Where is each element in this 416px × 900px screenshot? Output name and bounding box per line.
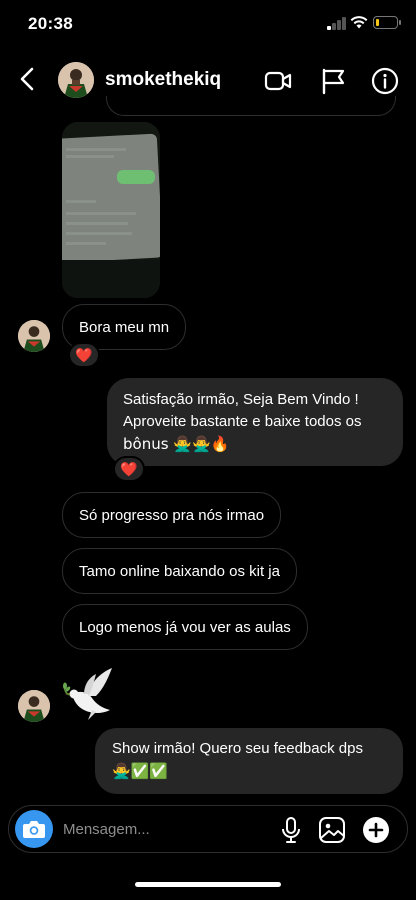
heart-reaction-icon[interactable]: ❤️	[113, 456, 145, 482]
incoming-message[interactable]: Só progresso pra nós irmao	[62, 492, 282, 538]
message-line: Aproveite bastante e baixe todos os	[123, 413, 362, 430]
message-text: Só progresso pra nós irmao	[79, 507, 265, 524]
incoming-message[interactable]: Tamo online baixando os kit ja	[62, 548, 297, 594]
microphone-icon[interactable]	[277, 816, 305, 844]
battery-level	[375, 18, 380, 26]
outgoing-message[interactable]: Satisfação irmão, Seja Bem Vindo ! Aprov…	[107, 378, 403, 466]
message-text: Tamo online baixando os kit ja	[79, 563, 280, 580]
sender-avatar[interactable]	[18, 320, 50, 352]
heart-reaction-icon[interactable]: ❤️	[68, 342, 100, 368]
gallery-icon[interactable]	[318, 816, 346, 844]
message-line: 🙅‍♂️✅✅	[112, 762, 169, 780]
outgoing-message[interactable]: Show irmão! Quero seu feedback dps 🙅‍♂️✅…	[95, 728, 403, 794]
chat-username[interactable]: smokethekiq	[105, 69, 221, 91]
video-call-icon[interactable]	[263, 66, 293, 96]
home-indicator[interactable]	[135, 882, 281, 887]
wifi-icon	[350, 16, 368, 29]
camera-icon	[23, 821, 45, 838]
header-avatar[interactable]	[58, 62, 94, 98]
message-line: Show irmão! Quero seu feedback dps	[112, 740, 363, 757]
battery-icon	[373, 16, 401, 29]
reaction-emoji: ❤️	[120, 461, 138, 477]
flag-icon[interactable]	[318, 66, 348, 96]
camera-button[interactable]	[15, 810, 53, 848]
message-composer: Mensagem...	[8, 805, 408, 853]
reaction-emoji: ❤️	[75, 347, 93, 363]
back-icon[interactable]	[14, 64, 42, 94]
status-bar: 20:38	[0, 0, 416, 50]
plus-icon[interactable]	[362, 816, 390, 844]
sender-avatar[interactable]	[18, 690, 50, 722]
incoming-message[interactable]: Logo menos já vou ver as aulas	[62, 604, 308, 650]
status-time: 20:38	[28, 14, 73, 33]
info-icon[interactable]	[370, 66, 400, 96]
message-line: bônus 🙅‍♂️🙅‍♂️🔥	[123, 435, 230, 453]
message-text: Logo menos já vou ver as aulas	[79, 619, 291, 636]
message-text: Bora meu mn	[79, 319, 170, 336]
previous-message-bubble-edge	[106, 96, 396, 116]
message-input[interactable]: Mensagem...	[63, 821, 150, 838]
dove-sticker-icon[interactable]	[62, 664, 118, 722]
message-line: Satisfação irmão, Seja Bem Vindo !	[123, 391, 359, 408]
cellular-signal-icon	[327, 17, 347, 30]
image-message[interactable]	[62, 122, 160, 298]
